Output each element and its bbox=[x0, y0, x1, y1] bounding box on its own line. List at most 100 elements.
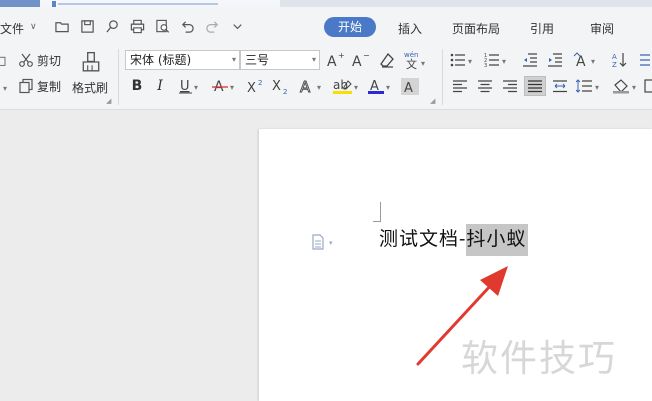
svg-text:▾: ▾ bbox=[468, 57, 472, 66]
quick-access-chevron-icon[interactable] bbox=[229, 18, 245, 34]
svg-text:+: + bbox=[338, 52, 345, 60]
svg-text:▾: ▾ bbox=[194, 83, 198, 92]
svg-text:X: X bbox=[272, 79, 281, 94]
shrink-font-icon[interactable]: A − bbox=[351, 52, 371, 68]
line-spacing-icon[interactable]: ▾ bbox=[576, 78, 604, 94]
svg-text:▾: ▾ bbox=[591, 57, 595, 66]
svg-text:A: A bbox=[352, 54, 362, 68]
highlight-icon[interactable]: ab ▾ bbox=[333, 78, 363, 94]
font-family-value: 宋体 (标题) bbox=[130, 53, 192, 67]
text-effect-icon[interactable]: A ▾ bbox=[299, 78, 327, 94]
sort-icon[interactable]: AZ bbox=[611, 51, 629, 69]
open-folder-icon[interactable] bbox=[54, 18, 70, 34]
format-painter-label[interactable]: 格式刷 bbox=[72, 79, 108, 96]
export-pdf-icon[interactable] bbox=[104, 18, 120, 34]
align-right-icon[interactable] bbox=[502, 78, 518, 94]
svg-text:Z: Z bbox=[612, 61, 617, 69]
align-left-icon[interactable] bbox=[452, 78, 468, 94]
copy-icon bbox=[19, 78, 33, 94]
svg-text:▾: ▾ bbox=[317, 83, 321, 92]
font-size-value: 三号 bbox=[245, 53, 270, 67]
svg-text:▾: ▾ bbox=[230, 83, 234, 92]
svg-text:A: A bbox=[404, 81, 413, 95]
svg-text:▾: ▾ bbox=[421, 59, 425, 68]
copy-button[interactable]: 复制 bbox=[18, 78, 61, 94]
svg-text:2: 2 bbox=[283, 88, 287, 94]
tab-references[interactable]: 引用 bbox=[530, 20, 554, 37]
selected-text[interactable]: 抖小蚁 bbox=[466, 224, 529, 256]
grow-font-icon[interactable]: A + bbox=[326, 52, 346, 68]
svg-text:▾: ▾ bbox=[502, 57, 506, 66]
watermark-text: 软件技巧 bbox=[461, 337, 617, 380]
paragraph-handle-icon[interactable]: ▾ bbox=[311, 234, 337, 250]
font-launcher-icon[interactable]: ◢ bbox=[430, 97, 435, 105]
italic-icon[interactable]: I bbox=[153, 78, 167, 94]
print-preview-icon[interactable] bbox=[154, 18, 170, 34]
file-menu-chevron-icon[interactable]: ∨ bbox=[30, 22, 37, 32]
group-separator bbox=[442, 49, 443, 105]
character-shading-icon[interactable]: A bbox=[401, 78, 419, 95]
svg-text:A: A bbox=[300, 78, 311, 94]
font-size-select[interactable]: 三号 ▾ bbox=[240, 50, 320, 70]
border-icon[interactable] bbox=[644, 78, 652, 94]
tab-insert[interactable]: 插入 bbox=[398, 20, 422, 37]
cut-label: 剪切 bbox=[37, 53, 62, 68]
save-icon[interactable] bbox=[79, 18, 95, 34]
font-color-icon[interactable]: A ▾ bbox=[368, 78, 396, 94]
redo-icon[interactable] bbox=[204, 18, 220, 34]
ribbon-toolbar: ▾ 剪切 复制 格式刷 ◢ 宋体 (标题) ▾ 三号 ▾ A + A − wén 文 ▾… bbox=[0, 45, 652, 110]
svg-text:A: A bbox=[612, 53, 617, 61]
copy-label: 复制 bbox=[37, 79, 62, 94]
document-text-line[interactable]: 测试文档-抖小蚁 bbox=[379, 224, 529, 256]
font-family-select[interactable]: 宋体 (标题) ▾ bbox=[125, 50, 240, 70]
subscript-icon[interactable]: X2 bbox=[272, 78, 290, 94]
file-menu[interactable]: 文件 bbox=[0, 20, 24, 37]
chevron-down-icon: ▾ bbox=[311, 55, 316, 64]
document-tab[interactable] bbox=[40, 0, 280, 7]
svg-text:A: A bbox=[327, 54, 337, 68]
underline-icon[interactable]: U ▾ bbox=[178, 78, 204, 94]
svg-text:▾: ▾ bbox=[354, 83, 358, 92]
document-tab-title bbox=[58, 3, 218, 5]
svg-text:▾: ▾ bbox=[595, 83, 599, 92]
change-case-icon[interactable]: A ▾ bbox=[573, 51, 601, 69]
clipboard-launcher-icon[interactable]: ◢ bbox=[106, 97, 111, 105]
svg-text:−: − bbox=[363, 52, 370, 60]
justify-icon[interactable] bbox=[524, 76, 546, 96]
tab-page-layout[interactable]: 页面布局 bbox=[452, 20, 500, 37]
pinyin-guide-icon[interactable]: wén 文 ▾ bbox=[403, 50, 429, 70]
bullet-list-icon[interactable]: ▾ bbox=[450, 52, 478, 68]
cut-button[interactable]: 剪切 bbox=[18, 52, 61, 68]
superscript-icon[interactable]: X2 bbox=[247, 78, 265, 94]
distributed-align-icon[interactable] bbox=[551, 78, 569, 94]
menu-bar: 文件 ∨ 开始 插入 页面布局 引用 审阅 bbox=[0, 7, 652, 45]
svg-text:▾: ▾ bbox=[632, 83, 636, 92]
numbered-list-icon[interactable]: 1 2 3 ▾ bbox=[484, 52, 512, 68]
tab-review[interactable]: 审阅 bbox=[590, 20, 614, 37]
print-icon[interactable] bbox=[129, 18, 145, 34]
page-margin-marker bbox=[373, 202, 381, 222]
svg-text:A: A bbox=[576, 54, 586, 69]
strikethrough-icon[interactable]: A ▾ bbox=[212, 78, 240, 94]
bold-icon[interactable]: B bbox=[130, 78, 144, 94]
app-tab-indicator bbox=[0, 0, 40, 7]
format-painter-icon[interactable] bbox=[78, 51, 104, 73]
svg-text:▾: ▾ bbox=[329, 239, 333, 247]
clear-format-icon[interactable] bbox=[378, 52, 396, 68]
svg-text:▾: ▾ bbox=[386, 83, 390, 92]
show-hide-icon[interactable] bbox=[638, 52, 652, 68]
tab-start[interactable]: 开始 bbox=[324, 17, 376, 37]
svg-text:2: 2 bbox=[258, 79, 262, 87]
document-text[interactable]: 测试文档- bbox=[379, 228, 466, 250]
group-separator bbox=[118, 49, 119, 105]
chevron-down-icon: ▾ bbox=[231, 55, 236, 64]
align-center-icon[interactable] bbox=[477, 78, 493, 94]
paste-icon[interactable] bbox=[0, 53, 10, 69]
paste-dropdown-icon[interactable]: ▾ bbox=[0, 80, 10, 96]
decrease-indent-icon[interactable] bbox=[521, 52, 539, 68]
svg-text:文: 文 bbox=[406, 57, 417, 70]
title-strip bbox=[0, 0, 652, 7]
undo-icon[interactable] bbox=[179, 18, 195, 34]
paragraph-shading-icon[interactable]: ▾ bbox=[612, 78, 642, 94]
increase-indent-icon[interactable] bbox=[546, 52, 564, 68]
